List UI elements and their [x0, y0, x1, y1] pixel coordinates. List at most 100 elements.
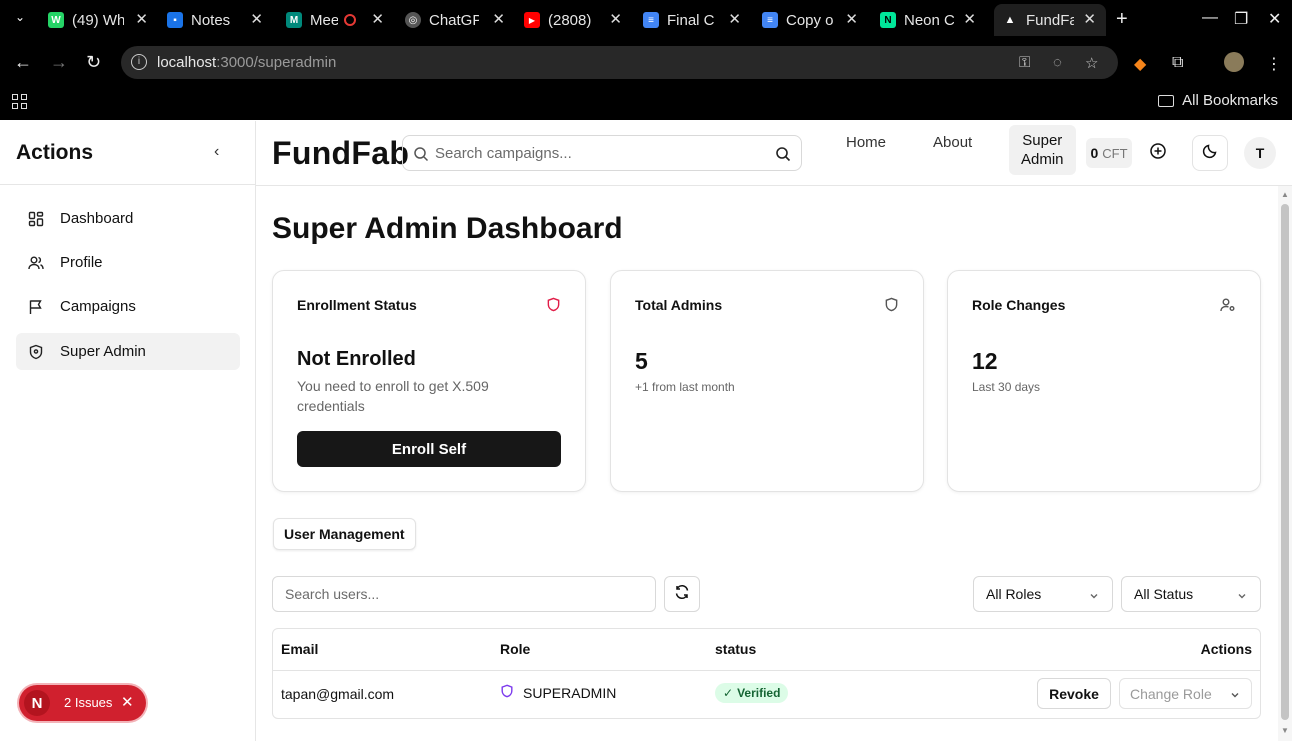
- cft-amount: 0: [1090, 145, 1099, 161]
- browser-tab[interactable]: ▪ Notes ✕: [167, 4, 263, 36]
- sidebar: Actions ‹ Dashboard Profile Campaigns Su…: [0, 121, 256, 741]
- search-submit-icon[interactable]: [775, 146, 791, 167]
- youtube-icon: ▶: [524, 12, 540, 28]
- back-arrow-icon[interactable]: ←: [14, 52, 32, 73]
- forward-arrow-icon[interactable]: →: [50, 52, 68, 73]
- issues-count-label[interactable]: 2 Issues: [64, 695, 112, 710]
- reload-icon[interactable]: ↻: [86, 52, 101, 73]
- status-badge-label: Verified: [737, 686, 781, 700]
- close-tab-icon[interactable]: ✕: [963, 10, 976, 28]
- recording-icon: [344, 14, 356, 26]
- vercel-icon: ▲: [1004, 14, 1016, 26]
- tab-title: FundFa: [1026, 11, 1074, 29]
- flag-icon: [16, 299, 56, 315]
- eye-off-icon[interactable]: ◌: [1053, 54, 1062, 71]
- enrollment-status-value: Not Enrolled: [297, 348, 416, 370]
- collapse-sidebar-chevron-icon[interactable]: ‹: [214, 143, 219, 161]
- password-key-icon[interactable]: ⚿: [1019, 54, 1030, 71]
- tab-title: Notes: [191, 11, 231, 29]
- nav-super-admin-label-line1: Super: [1022, 132, 1063, 149]
- url-text: localhost:3000/superadmin: [157, 54, 336, 71]
- revoke-button[interactable]: Revoke: [1037, 678, 1111, 709]
- scroll-up-arrow-icon[interactable]: ▲: [1281, 190, 1289, 199]
- new-tab-icon[interactable]: +: [1116, 8, 1128, 31]
- refresh-button[interactable]: [664, 576, 700, 612]
- nav-super-admin-link[interactable]: Super Admin: [1009, 125, 1076, 175]
- theme-toggle-button[interactable]: [1192, 135, 1228, 171]
- sidebar-item-dashboard[interactable]: Dashboard: [16, 200, 240, 237]
- browser-tab[interactable]: N Neon C ✕: [880, 4, 976, 36]
- scroll-down-arrow-icon[interactable]: ▼: [1281, 726, 1289, 735]
- role-filter-select[interactable]: All Roles: [973, 576, 1113, 612]
- total-admins-value: 5: [635, 348, 648, 374]
- close-tab-icon[interactable]: ✕: [371, 10, 384, 28]
- browser-tab[interactable]: ≡ Final C ✕: [643, 4, 741, 36]
- column-header-status: status: [715, 641, 757, 657]
- chevron-down-icon: [1088, 589, 1100, 605]
- campaign-search-input[interactable]: Search campaigns...: [402, 135, 802, 171]
- sidebar-item-super-admin[interactable]: Super Admin: [16, 333, 240, 370]
- dev-issues-badge[interactable]: N 2 Issues ✕: [19, 685, 146, 721]
- sidebar-item-profile[interactable]: Profile: [16, 244, 240, 281]
- row-role-label: SUPERADMIN: [523, 684, 617, 701]
- browser-tab[interactable]: W (49) Wh ✕: [48, 4, 148, 36]
- brand-logo-text[interactable]: FundFab: [272, 135, 409, 172]
- bookmark-star-icon[interactable]: ☆: [1085, 54, 1098, 72]
- docs-icon: ≡: [643, 12, 659, 28]
- restore-icon[interactable]: ❐: [1234, 9, 1248, 29]
- enroll-self-button[interactable]: Enroll Self: [297, 431, 561, 467]
- close-tab-icon[interactable]: ✕: [609, 10, 622, 28]
- close-tab-icon[interactable]: ✕: [845, 10, 858, 28]
- main-content: Super Admin Dashboard Enrollment Status …: [256, 186, 1276, 741]
- users-icon: [16, 255, 56, 271]
- status-filter-select[interactable]: All Status: [1121, 576, 1261, 612]
- status-badge-verified: ✓ Verified: [715, 683, 789, 703]
- tab-title: ChatGP: [429, 11, 479, 29]
- tab-search-chevron-icon[interactable]: ⌄: [8, 10, 32, 30]
- cft-balance-badge: 0 CFT: [1086, 138, 1132, 168]
- apps-grid-icon[interactable]: [12, 94, 28, 110]
- metamask-icon[interactable]: ◆: [1134, 54, 1146, 74]
- close-tab-icon[interactable]: ✕: [728, 10, 741, 28]
- tab-title: Final C: [667, 11, 715, 29]
- nav-about-link[interactable]: About: [933, 134, 972, 151]
- user-search-input[interactable]: Search users...: [272, 576, 656, 612]
- enrollment-status-card: Enrollment Status Not Enrolled You need …: [272, 270, 586, 492]
- close-window-icon[interactable]: ✕: [1268, 9, 1281, 29]
- page-scrollbar[interactable]: ▲ ▼: [1278, 186, 1292, 741]
- change-role-select[interactable]: Change Role: [1119, 678, 1252, 709]
- site-info-icon[interactable]: i: [131, 54, 147, 70]
- nav-home-link[interactable]: Home: [846, 134, 886, 151]
- extensions-puzzle-icon[interactable]: ⧉: [1172, 54, 1183, 72]
- whatsapp-icon: W: [48, 12, 64, 28]
- browser-tab[interactable]: ▶ (2808) ✕: [524, 4, 622, 36]
- create-campaign-button[interactable]: [1140, 135, 1176, 171]
- minimize-icon[interactable]: —: [1202, 9, 1218, 27]
- sidebar-item-campaigns[interactable]: Campaigns: [16, 288, 240, 325]
- address-bar[interactable]: i localhost:3000/superadmin ⚿ ◌ ☆: [121, 46, 1118, 79]
- browser-tab[interactable]: ≡ Copy o ✕: [762, 4, 858, 36]
- row-email: tapan@gmail.com: [281, 686, 395, 702]
- folder-icon: [1158, 94, 1175, 107]
- browser-tab-active[interactable]: ▲ FundFa ✕: [994, 4, 1106, 36]
- sidebar-title: Actions: [16, 141, 94, 164]
- browser-tab[interactable]: ◎ ChatGP ✕: [405, 4, 505, 36]
- close-tab-icon[interactable]: ✕: [1083, 10, 1096, 28]
- profile-avatar-icon[interactable]: [1224, 52, 1244, 72]
- role-filter-value: All Roles: [986, 586, 1042, 602]
- close-tab-icon[interactable]: ✕: [250, 10, 263, 28]
- browser-menu-icon[interactable]: ⋮: [1266, 54, 1282, 74]
- close-tab-icon[interactable]: ✕: [492, 10, 505, 28]
- browser-tab[interactable]: M Mee ✕: [286, 4, 384, 36]
- scroll-thumb[interactable]: [1281, 204, 1289, 720]
- nav-super-admin-label-line2: Admin: [1021, 151, 1064, 168]
- user-avatar[interactable]: T: [1244, 137, 1276, 169]
- moon-icon: [1202, 143, 1218, 164]
- tab-user-management[interactable]: User Management: [273, 518, 416, 550]
- tab-title: (49) Wh: [72, 11, 124, 29]
- all-bookmarks-button[interactable]: All Bookmarks: [1158, 92, 1278, 109]
- close-icon[interactable]: ✕: [121, 693, 134, 711]
- browser-tab-bar: ⌄ W (49) Wh ✕ ▪ Notes ✕ M Mee ✕ ◎ ChatGP…: [0, 0, 1292, 40]
- total-admins-card: Total Admins 5 +1 from last month: [610, 270, 924, 492]
- close-tab-icon[interactable]: ✕: [135, 10, 148, 28]
